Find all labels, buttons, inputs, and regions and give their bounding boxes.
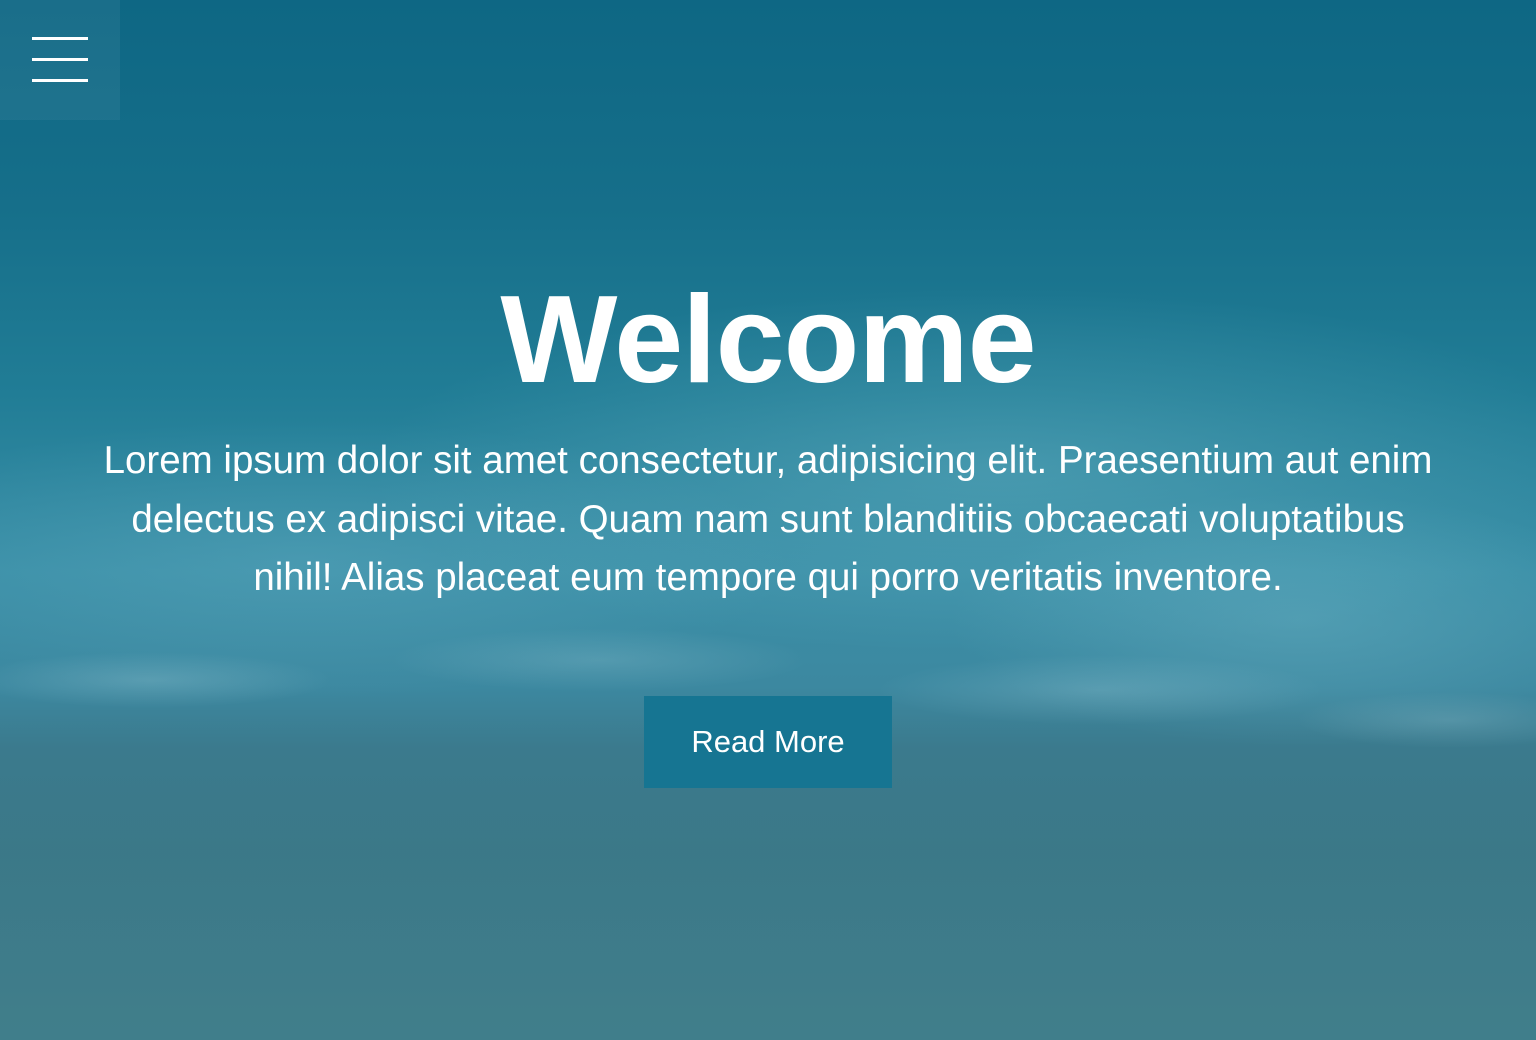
- menu-line-bottom: [32, 79, 88, 82]
- hero-description: Lorem ipsum dolor sit amet consectetur, …: [103, 439, 1433, 599]
- shore-background: [0, 760, 1536, 1040]
- menu-line-top: [32, 37, 88, 40]
- hero-section: Welcome Lorem ipsum dolor sit amet conse…: [0, 0, 1536, 1040]
- menu-button[interactable]: [0, 0, 120, 120]
- menu-line-middle: [32, 58, 88, 61]
- read-more-button[interactable]: Read More: [644, 696, 892, 788]
- hero-title: Welcome: [500, 271, 1036, 409]
